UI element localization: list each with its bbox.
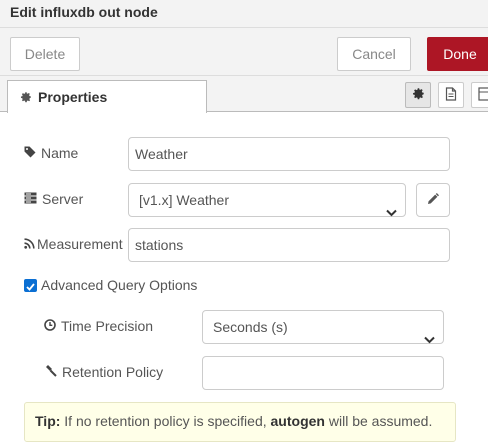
advanced-query-label[interactable]: Advanced Query Options [41,277,197,293]
delete-button[interactable]: Delete [10,37,80,71]
tag-icon [24,145,36,161]
name-label: Name [24,145,78,161]
clock-icon [44,318,56,334]
gear-icon [20,90,32,106]
layout-icon [478,86,488,104]
server-icon [24,191,37,207]
tab-properties-label: Properties [38,89,108,105]
hammer-icon [44,364,57,380]
tip-box: Tip: If no retention policy is specified… [24,402,456,442]
tip-text-after: will be assumed. [324,413,433,429]
dialog-toolbar: Delete Cancel Done [0,28,488,76]
tab-properties[interactable]: Properties [7,80,207,113]
dialog-title-bar: Edit influxdb out node [0,0,488,28]
chevron-down-icon [386,196,397,228]
time-precision-select[interactable]: Seconds (s) [202,310,444,344]
checkmark-icon [26,278,35,294]
done-button[interactable]: Done [427,37,488,71]
server-select-value: [v1.x] Weather [139,192,230,208]
dialog-title: Edit influxdb out node [10,4,158,20]
tab-description[interactable] [438,82,464,108]
tab-strip: Properties [0,76,488,113]
gear-icon [412,87,425,103]
tab-appearance[interactable] [471,82,488,108]
name-field[interactable]: Weather [128,137,450,171]
rss-icon [24,236,35,252]
chevron-down-icon [424,323,435,355]
tip-text-before: If no retention policy is specified, [60,413,271,429]
retention-policy-label: Retention Policy [44,364,163,380]
advanced-query-checkbox[interactable] [24,279,37,292]
measurement-label: Measurement [24,236,123,252]
server-label: Server [24,191,83,207]
measurement-field[interactable]: stations [128,228,450,262]
document-icon [445,86,457,104]
pencil-icon [427,192,439,208]
time-precision-select-value: Seconds (s) [213,319,288,335]
tip-prefix: Tip: [35,413,61,429]
tip-highlight: autogen [270,413,325,429]
edit-server-button[interactable] [416,183,450,217]
time-precision-label: Time Precision [44,318,153,334]
cancel-button[interactable]: Cancel [337,37,411,71]
server-select[interactable]: [v1.x] Weather [128,183,406,217]
retention-policy-field[interactable] [202,356,444,390]
tab-settings[interactable] [405,82,431,108]
